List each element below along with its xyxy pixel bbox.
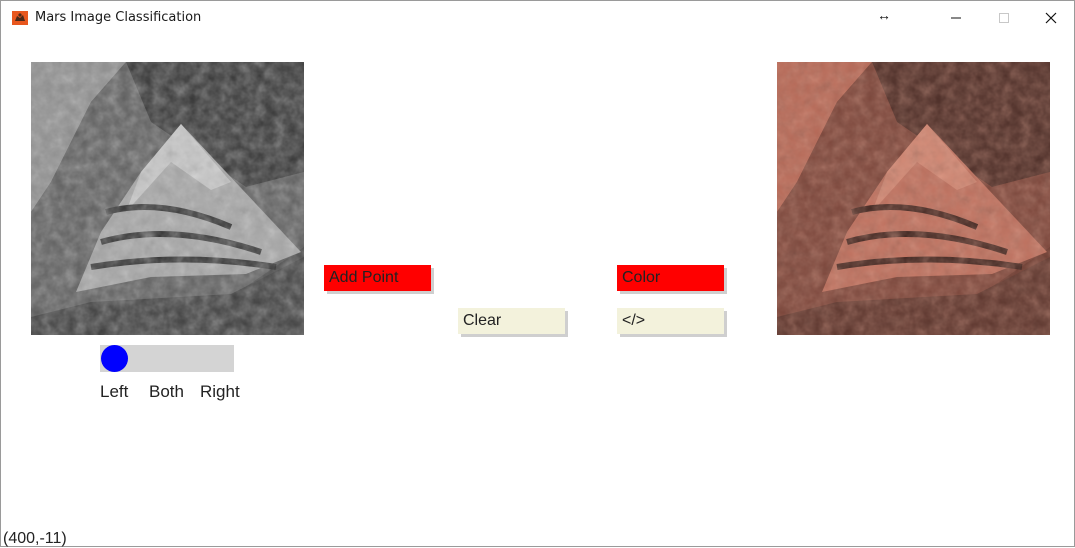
minimize-icon bbox=[951, 17, 961, 19]
slider-label-right: Right bbox=[200, 382, 240, 401]
mouse-coordinates-readout: (400,-11) bbox=[3, 530, 67, 547]
maximize-button[interactable] bbox=[981, 1, 1027, 35]
code-button[interactable]: </> bbox=[617, 308, 724, 334]
color-button[interactable]: Color bbox=[617, 265, 724, 291]
maximize-icon bbox=[999, 13, 1009, 23]
window-title: Mars Image Classification bbox=[35, 10, 202, 25]
view-mode-slider-thumb[interactable] bbox=[101, 345, 128, 372]
title-bar[interactable]: Mars Image Classification ↔ bbox=[1, 1, 1074, 35]
horizontal-resize-cursor-icon: ↔ bbox=[877, 7, 891, 23]
close-icon bbox=[1045, 12, 1057, 24]
clear-button[interactable]: Clear bbox=[458, 308, 565, 334]
slider-label-left: Left bbox=[100, 382, 129, 401]
colorized-mars-rock-image[interactable] bbox=[777, 62, 1050, 335]
minimize-button[interactable] bbox=[933, 1, 979, 35]
grayscale-mars-rock-image[interactable] bbox=[31, 62, 304, 335]
slider-label-both: Both bbox=[149, 382, 184, 401]
mars-rover-app-icon bbox=[12, 11, 28, 25]
add-point-button[interactable]: Add Point bbox=[324, 265, 431, 291]
app-window: Mars Image Classification ↔ Left Both Ri… bbox=[0, 0, 1075, 547]
close-button[interactable] bbox=[1028, 1, 1074, 35]
